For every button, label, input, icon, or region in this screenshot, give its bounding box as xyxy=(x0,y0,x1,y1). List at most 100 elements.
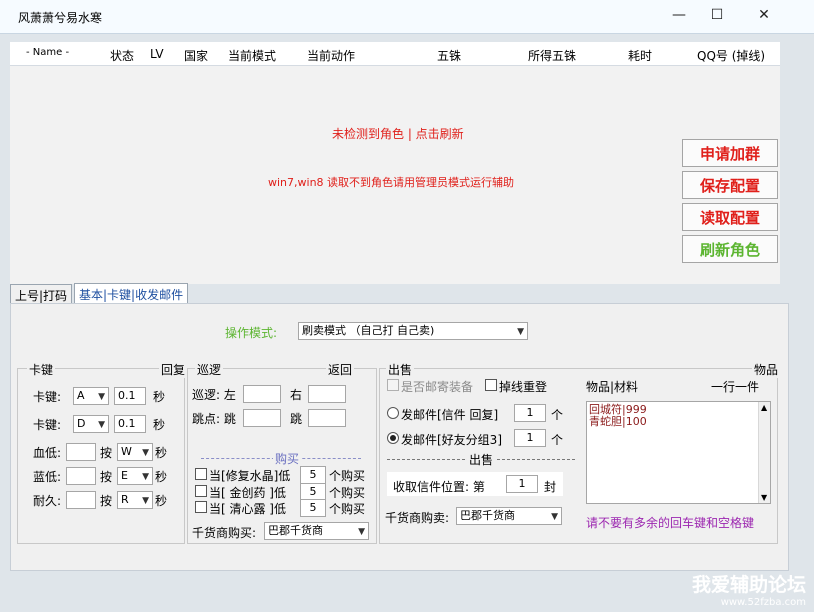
hp-threshold-input[interactable] xyxy=(66,443,96,461)
durability-unit: 秒 xyxy=(155,494,168,508)
settings-panel: 操作模式: 刷卖模式 （自己打 自己卖) ▼ 卡键 回复 卡键: A ▼ 0.1 … xyxy=(10,303,789,571)
maximize-button[interactable]: ☐ xyxy=(698,4,736,26)
jump-left-input[interactable] xyxy=(243,409,281,427)
items-note: 请不要有多余的回车键和空格键 xyxy=(586,516,755,530)
items-list-header-right: 一行一件 xyxy=(711,380,760,394)
col-qq[interactable]: QQ号 (掉线) xyxy=(697,47,765,64)
items-title: 物品 xyxy=(752,361,781,378)
mp-threshold-input[interactable] xyxy=(66,467,96,485)
kajian2-key-select[interactable]: D ▼ xyxy=(73,415,109,433)
mp-unit: 秒 xyxy=(155,470,168,484)
jump-left-label: 跳点: 跳 xyxy=(192,412,236,426)
minimize-button[interactable]: — xyxy=(660,4,698,26)
col-action[interactable]: 当前动作 xyxy=(307,47,355,64)
col-time[interactable]: 耗时 xyxy=(628,47,652,64)
scroll-up-icon[interactable]: ▲ xyxy=(761,403,767,412)
kajian1-key-value: A xyxy=(77,389,85,402)
scroll-down-icon[interactable]: ▼ xyxy=(761,493,767,502)
close-button[interactable]: ✕ xyxy=(745,4,783,26)
buy-crystal-input[interactable]: 5 xyxy=(300,466,326,484)
buy-jinchuang-label: 当[ 金创药 ]低 xyxy=(209,486,286,500)
buy-qingxin-suffix: 个购买 xyxy=(329,502,366,516)
hp-key-select[interactable]: W ▼ xyxy=(117,443,153,461)
col-earned[interactable]: 所得五铢 xyxy=(528,47,576,64)
mail-reply-unit: 个 xyxy=(551,408,564,422)
reply-title: 回复 xyxy=(159,361,188,378)
tab-basic[interactable]: 基本|卡键|收发邮件 xyxy=(74,283,189,304)
kajian2-unit: 秒 xyxy=(153,418,166,432)
durability-key-select[interactable]: R ▼ xyxy=(117,491,153,509)
mail-equip-checkbox[interactable] xyxy=(387,379,399,391)
buy-qingxin-input[interactable]: 5 xyxy=(300,499,326,517)
durability-key-value: R xyxy=(121,493,129,506)
kajian2-label: 卡键: xyxy=(33,418,62,432)
patrol-right-label: 右 xyxy=(290,388,303,402)
mp-press-label: 按 xyxy=(100,470,113,484)
kajian1-interval-input[interactable]: 0.1 xyxy=(114,387,146,405)
patrol-right-input[interactable] xyxy=(308,385,346,403)
sell-title: 出售 xyxy=(386,361,415,378)
durability-threshold-input[interactable] xyxy=(66,491,96,509)
col-level[interactable]: LV xyxy=(150,47,164,61)
durability-label: 耐久: xyxy=(33,494,62,508)
kajian2-interval-input[interactable]: 0.1 xyxy=(114,415,146,433)
tab-login[interactable]: 上号|打码 xyxy=(10,284,73,304)
recv-position-label: 收取信件位置: 第 xyxy=(393,480,485,494)
mail-reply-label: 发邮件[信件 回复] xyxy=(401,408,499,422)
jump-right-input[interactable] xyxy=(308,409,346,427)
items-list-header-left: 物品|材料 xyxy=(586,380,639,394)
hp-press-label: 按 xyxy=(100,446,113,460)
chevron-down-icon: ▼ xyxy=(517,327,524,337)
col-coins[interactable]: 五铢 xyxy=(437,47,461,64)
col-country[interactable]: 国家 xyxy=(184,47,208,64)
recv-position-unit: 封 xyxy=(544,480,557,494)
watermark-title: 我爱辅助论坛 xyxy=(691,574,806,596)
refresh-role-button[interactable]: 刷新角色 xyxy=(682,235,778,263)
col-mode[interactable]: 当前模式 xyxy=(228,47,276,64)
return-title: 返回 xyxy=(326,361,355,378)
minimize-icon: — xyxy=(672,7,686,23)
relogin-label: 掉线重登 xyxy=(499,380,548,394)
chevron-down-icon: ▼ xyxy=(358,527,365,537)
buy-qingxin-checkbox[interactable] xyxy=(195,501,207,513)
mail-reply-radio[interactable] xyxy=(387,407,399,419)
no-role-message[interactable]: 未检测到角色 | 点击刷新 xyxy=(332,125,464,142)
sell-merchant-select[interactable]: 巴郡千货商 ▼ xyxy=(456,507,562,525)
items-list: 回城符|999 青蛇胆|100 xyxy=(589,404,647,428)
role-list[interactable]: 未检测到角色 | 点击刷新 win7,win8 读取不到角色请用管理员模式运行辅… xyxy=(10,66,780,284)
buy-jinchuang-checkbox[interactable] xyxy=(195,485,207,497)
mail-friend-input[interactable]: 1 xyxy=(514,429,546,447)
items-textarea[interactable]: 回城符|999 青蛇胆|100 ▲ ▼ xyxy=(586,401,771,504)
recv-position-input[interactable]: 1 xyxy=(506,475,538,493)
mp-key-value: E xyxy=(121,469,128,482)
title-bar: 风萧萧兮易水寒 — ☐ ✕ xyxy=(0,0,814,34)
mp-key-select[interactable]: E ▼ xyxy=(117,467,153,485)
relogin-checkbox[interactable] xyxy=(485,379,497,391)
patrol-left-input[interactable] xyxy=(243,385,281,403)
chevron-down-icon: ▼ xyxy=(98,392,105,402)
save-config-button[interactable]: 保存配置 xyxy=(682,171,778,199)
items-scrollbar[interactable]: ▲ ▼ xyxy=(758,402,770,503)
col-name[interactable]: - Name - xyxy=(26,47,69,58)
hp-key-value: W xyxy=(121,445,132,458)
col-status[interactable]: 状态 xyxy=(110,47,134,64)
kajian1-key-select[interactable]: A ▼ xyxy=(73,387,109,405)
mail-equip-label: 是否邮寄装备 xyxy=(401,380,474,394)
mail-friend-radio[interactable] xyxy=(387,432,399,444)
buy-crystal-checkbox[interactable] xyxy=(195,468,207,480)
patrol-merchant-label: 千货商购买: xyxy=(192,526,257,540)
item-line: 青蛇胆|100 xyxy=(589,415,647,428)
chevron-down-icon: ▼ xyxy=(98,420,105,430)
hp-label: 血低: xyxy=(33,446,62,460)
mail-reply-input[interactable]: 1 xyxy=(514,404,546,422)
patrol-merchant-select[interactable]: 巴郡千货商 ▼ xyxy=(264,522,369,540)
mode-select[interactable]: 刷卖模式 （自己打 自己卖) ▼ xyxy=(298,322,528,340)
kajian-title: 卡键 xyxy=(27,361,56,378)
buy-crystal-suffix: 个购买 xyxy=(329,469,366,483)
read-config-button[interactable]: 读取配置 xyxy=(682,203,778,231)
chevron-down-icon: ▼ xyxy=(551,512,558,522)
kajian1-unit: 秒 xyxy=(153,390,166,404)
join-group-button[interactable]: 申请加群 xyxy=(682,139,778,167)
hp-unit: 秒 xyxy=(155,446,168,460)
chevron-down-icon: ▼ xyxy=(142,472,149,482)
